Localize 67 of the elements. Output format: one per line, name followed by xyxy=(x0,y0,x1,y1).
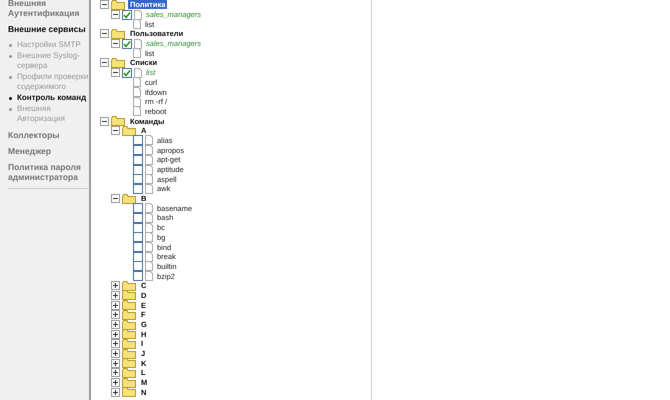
folder-icon xyxy=(122,378,136,388)
expander-icon[interactable] xyxy=(111,368,120,378)
bullet-icon xyxy=(9,44,12,47)
sidebar-section[interactable]: Внешние сервисы xyxy=(8,24,89,34)
checkbox[interactable] xyxy=(133,174,143,184)
checkbox[interactable] xyxy=(133,203,143,214)
checkbox[interactable] xyxy=(122,68,132,78)
folder-icon xyxy=(111,58,125,68)
sidebar-section[interactable]: Менеджер xyxy=(8,146,89,156)
expander-icon[interactable] xyxy=(111,310,120,320)
checkbox[interactable] xyxy=(133,232,143,242)
expander-icon[interactable] xyxy=(111,349,120,358)
folder-icon xyxy=(111,0,125,10)
folder-icon xyxy=(122,358,136,368)
folder-icon xyxy=(122,338,136,349)
checkbox[interactable] xyxy=(133,164,143,175)
folder-icon xyxy=(122,329,136,340)
checkbox[interactable] xyxy=(133,252,143,262)
folder-icon xyxy=(111,116,125,126)
sidebar-section[interactable]: Коллекторы xyxy=(8,130,89,140)
expander-icon[interactable] xyxy=(111,10,120,20)
checkbox[interactable] xyxy=(122,38,132,49)
sidebar-item[interactable]: Контроль команд xyxy=(8,93,89,103)
folder-icon xyxy=(122,300,136,310)
bullet-icon xyxy=(9,55,12,58)
folder-icon xyxy=(122,126,136,136)
folder-icon xyxy=(122,280,136,291)
sidebar-section[interactable]: Политика пароля администратора xyxy=(8,162,89,182)
folder-icon xyxy=(122,368,136,378)
checkbox[interactable] xyxy=(133,135,143,146)
folder-icon xyxy=(122,320,136,330)
folder-icon xyxy=(122,290,136,300)
expander-icon[interactable] xyxy=(100,0,109,10)
expander-icon[interactable] xyxy=(111,290,120,300)
checkbox[interactable] xyxy=(133,184,143,194)
bullet-icon xyxy=(9,97,12,100)
expander-icon[interactable] xyxy=(100,29,109,38)
expander-icon[interactable] xyxy=(111,68,120,78)
bullet-icon xyxy=(9,76,12,79)
expander-icon[interactable] xyxy=(111,194,120,204)
checkbox[interactable] xyxy=(133,222,143,233)
expander-icon[interactable] xyxy=(111,126,120,136)
checkbox[interactable] xyxy=(133,271,143,282)
checkbox[interactable] xyxy=(133,212,143,223)
checkbox[interactable] xyxy=(133,261,143,272)
sidebar-section[interactable]: Внешняя Аутентификация xyxy=(8,0,89,18)
expander-icon[interactable] xyxy=(111,339,120,348)
expander-icon[interactable] xyxy=(111,388,120,397)
expander-icon[interactable] xyxy=(111,320,120,330)
expander-icon[interactable] xyxy=(111,281,120,290)
expander-icon[interactable] xyxy=(111,330,120,339)
checkbox[interactable] xyxy=(133,242,143,252)
folder-icon xyxy=(122,310,136,320)
expander-icon[interactable] xyxy=(100,116,109,126)
folder-icon xyxy=(111,28,125,39)
checkbox[interactable] xyxy=(133,145,143,156)
expander-icon[interactable] xyxy=(111,39,120,48)
expander-icon[interactable] xyxy=(111,378,120,388)
expander-icon[interactable] xyxy=(111,300,120,310)
checkbox[interactable] xyxy=(133,154,143,165)
expander-icon[interactable] xyxy=(100,58,109,68)
folder-icon xyxy=(122,348,136,359)
expander-icon[interactable] xyxy=(111,358,120,368)
bullet-icon xyxy=(9,108,12,111)
folder-icon xyxy=(122,387,136,398)
checkbox[interactable] xyxy=(122,10,132,20)
folder-icon xyxy=(122,194,136,204)
